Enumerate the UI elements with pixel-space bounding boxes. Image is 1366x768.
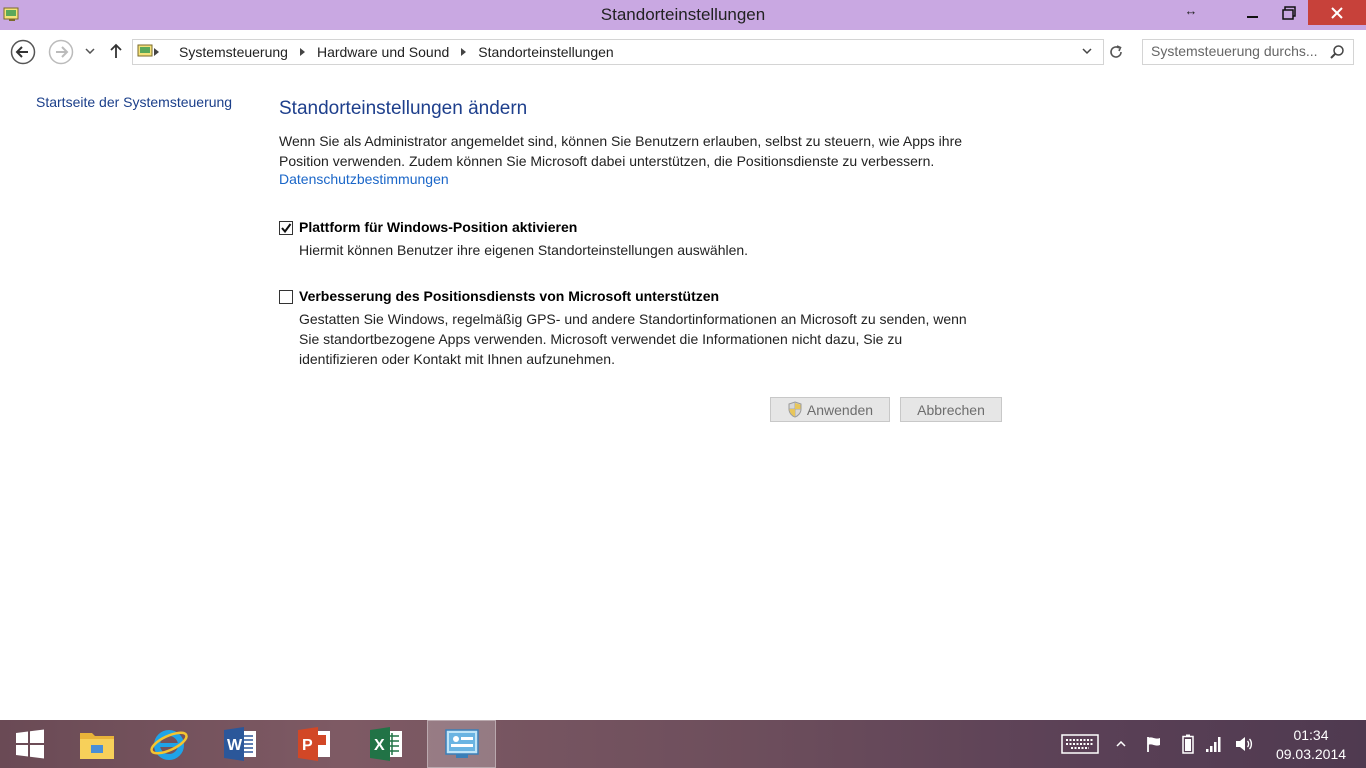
enable-location-platform-description: Hiermit können Benutzer ihre eigenen Sta…: [299, 240, 1019, 260]
clock-date: 09.03.2014: [1275, 746, 1347, 762]
network-button[interactable]: [1202, 720, 1226, 768]
page-title: Standorteinstellungen ändern: [279, 98, 528, 119]
address-dropdown-icon[interactable]: [1081, 45, 1093, 57]
speaker-icon: [1236, 737, 1253, 751]
word-taskbar-button[interactable]: W: [212, 720, 270, 768]
enable-location-platform-label[interactable]: Plattform für Windows-Position aktiviere…: [299, 219, 577, 235]
show-hidden-icons-button[interactable]: [1111, 720, 1131, 768]
svg-text:W: W: [227, 737, 243, 754]
battery-button[interactable]: [1176, 720, 1200, 768]
cancel-button[interactable]: Abbrechen: [900, 397, 1002, 422]
improve-location-service-description: Gestatten Sie Windows, regelmäßig GPS- u…: [299, 309, 1019, 369]
chevron-down-icon: [85, 48, 95, 54]
volume-button[interactable]: [1232, 720, 1256, 768]
close-button[interactable]: [1308, 0, 1366, 25]
powerpoint-taskbar-button[interactable]: P: [286, 720, 344, 768]
resize-arrows-icon: ↔: [1184, 3, 1198, 18]
control-panel-taskbar-button[interactable]: [427, 720, 496, 768]
windows-logo-icon: [16, 729, 44, 759]
back-button[interactable]: [9, 38, 37, 66]
breadcrumb-separator-icon[interactable]: [461, 48, 467, 56]
breadcrumb-standorteinstellungen[interactable]: Standorteinstellungen: [478, 44, 613, 60]
start-button[interactable]: [0, 720, 60, 768]
apply-button-label: Anwenden: [806, 401, 874, 418]
intro-line: Wenn Sie als Administrator angemeldet si…: [279, 133, 963, 149]
battery-icon: [1182, 734, 1194, 754]
refresh-button[interactable]: [1102, 39, 1130, 65]
minimize-button[interactable]: [1236, 0, 1270, 25]
title-bar: Standorteinstellungen ↔: [0, 0, 1366, 30]
excel-icon: X: [370, 727, 402, 761]
back-arrow-icon: [10, 39, 36, 65]
restore-icon: [1282, 5, 1296, 20]
breadcrumb-systemsteuerung[interactable]: Systemsteuerung: [179, 44, 288, 60]
improve-location-service-checkbox[interactable]: [279, 290, 293, 304]
action-center-button[interactable]: [1142, 720, 1166, 768]
excel-taskbar-button[interactable]: X: [358, 720, 416, 768]
description-line: identifizieren oder Kontakt mit Ihnen au…: [299, 351, 615, 367]
minimize-icon: [1247, 15, 1258, 18]
cancel-button-label: Abbrechen: [917, 401, 985, 418]
breadcrumb-separator-icon[interactable]: [299, 48, 305, 56]
window-title: Standorteinstellungen: [600, 5, 766, 24]
taskbar: W P X 01:34 09.03.2014: [0, 720, 1366, 768]
internet-explorer-taskbar-button[interactable]: [140, 720, 198, 768]
uac-shield-icon: [788, 401, 802, 418]
forward-button[interactable]: [47, 38, 75, 66]
breadcrumb: Systemsteuerung Hardware und Sound Stand…: [179, 40, 614, 64]
control-panel-icon: [137, 44, 153, 57]
description-line: Hiermit können Benutzer ihre eigenen Sta…: [299, 242, 749, 258]
close-icon: [1331, 6, 1343, 19]
file-explorer-taskbar-button[interactable]: [68, 720, 126, 768]
improve-location-service-label[interactable]: Verbesserung des Positionsdiensts von Mi…: [299, 288, 719, 304]
privacy-link[interactable]: Datenschutzbestimmungen: [279, 171, 449, 187]
enable-location-platform-checkbox[interactable]: [279, 221, 293, 235]
word-icon: W: [224, 727, 256, 761]
recent-pages-dropdown[interactable]: [83, 44, 97, 58]
control-panel-icon: [444, 729, 479, 758]
description-line: Gestatten Sie Windows, regelmäßig GPS- u…: [299, 311, 967, 327]
search-box[interactable]: [1142, 39, 1354, 65]
description-line: Sie standortbezogene Apps verwenden. Mic…: [299, 331, 903, 347]
svg-text:X: X: [374, 737, 385, 754]
chevron-up-icon: [1116, 741, 1126, 747]
search-icon[interactable]: [1329, 44, 1345, 60]
flag-icon: [1147, 737, 1160, 752]
breadcrumb-hardware-und-sound[interactable]: Hardware und Sound: [317, 44, 449, 60]
intro-line: Position verwenden. Zudem können Sie Mic…: [279, 153, 935, 169]
powerpoint-icon: P: [298, 727, 330, 761]
clock[interactable]: 01:34 09.03.2014: [1268, 726, 1354, 764]
up-button[interactable]: [106, 40, 126, 62]
apply-button[interactable]: Anwenden: [770, 397, 890, 422]
refresh-icon: [1110, 45, 1122, 58]
internet-explorer-icon: [150, 730, 188, 760]
sidebar-home-link[interactable]: Startseite der Systemsteuerung: [36, 94, 232, 110]
svg-text:P: P: [302, 737, 313, 754]
up-arrow-icon: [110, 43, 122, 58]
breadcrumb-separator-icon[interactable]: [154, 48, 159, 56]
maximize-button[interactable]: [1272, 0, 1306, 25]
folder-icon: [80, 733, 114, 759]
keyboard-icon: [1061, 734, 1099, 754]
checkmark-icon: [281, 223, 292, 234]
forward-arrow-icon: [48, 39, 74, 65]
address-bar[interactable]: Systemsteuerung Hardware und Sound Stand…: [132, 39, 1104, 65]
signal-strength-icon: [1206, 737, 1221, 752]
clock-time: 01:34: [1293, 727, 1329, 743]
search-input[interactable]: [1151, 42, 1321, 60]
touch-keyboard-button[interactable]: [1058, 720, 1102, 768]
intro-text: Wenn Sie als Administrator angemeldet si…: [279, 131, 1019, 171]
